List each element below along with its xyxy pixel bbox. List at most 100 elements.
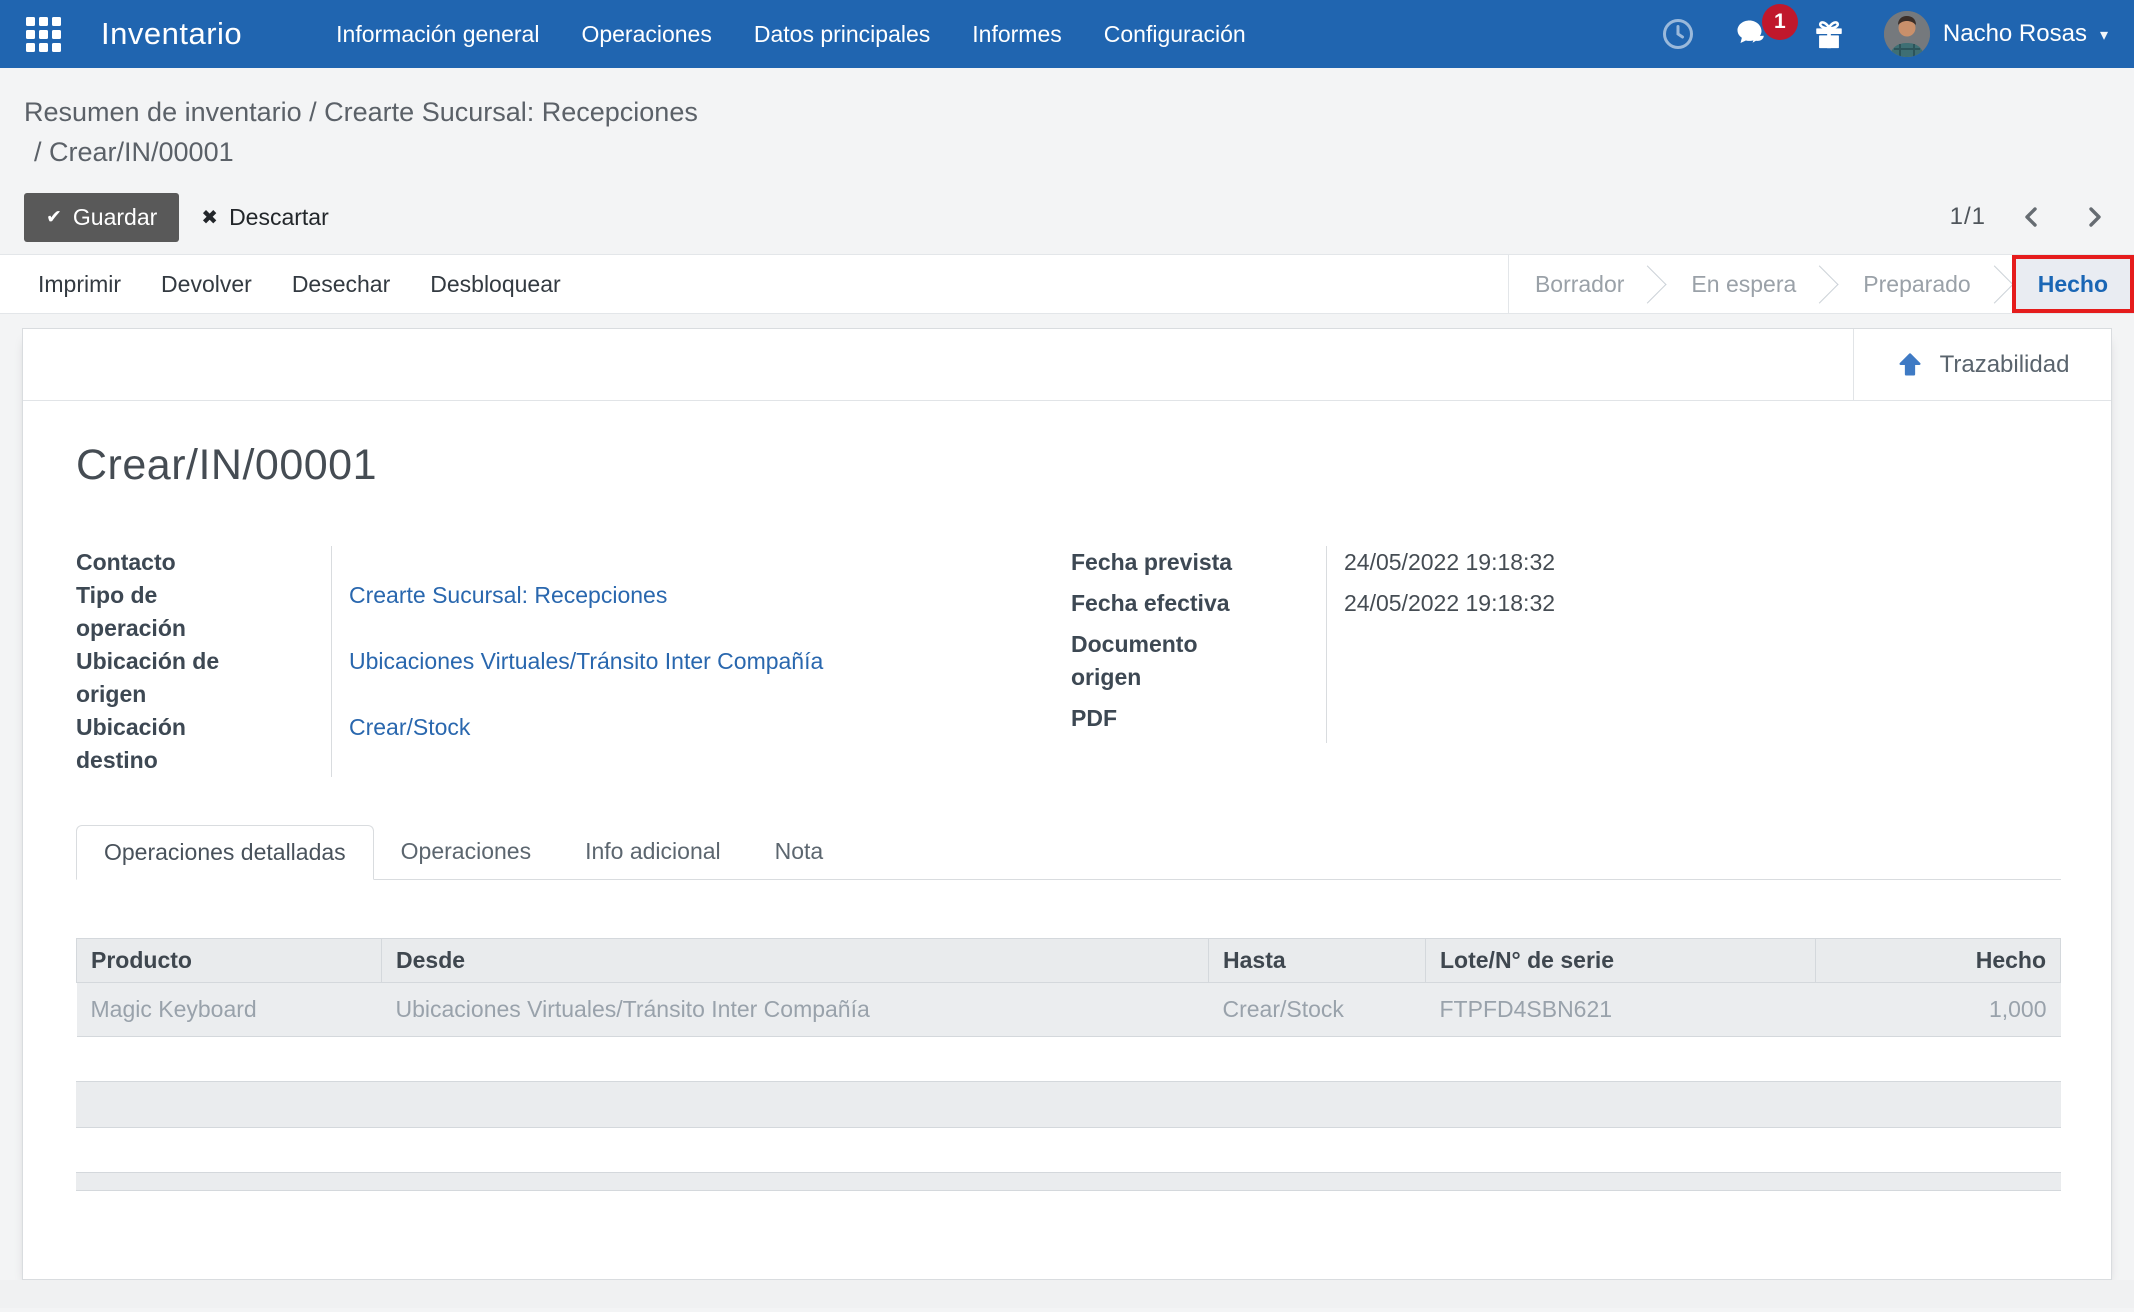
form-view: Trazabilidad Crear/IN/00001 Contacto	[0, 314, 2134, 1280]
statusbar-button[interactable]: Imprimir	[38, 271, 121, 298]
status-step-label: Borrador	[1535, 271, 1624, 298]
field-label: Tipo de operación	[76, 579, 331, 645]
save-label: Guardar	[73, 204, 157, 231]
field-label: Ubicación destino	[76, 711, 331, 777]
field-row: Ubicación destino Crear/Stock	[76, 711, 1071, 777]
user-name: Nacho Rosas	[1943, 20, 2087, 48]
check-icon: ✔	[46, 206, 62, 228]
column-header[interactable]: Desde	[382, 939, 1209, 983]
top-navbar: Inventario Información general Operacione…	[0, 0, 2134, 68]
statusbar-button[interactable]: Desechar	[292, 271, 390, 298]
pager-next-icon[interactable]	[2078, 201, 2110, 233]
status-step-label: Preparado	[1863, 271, 1970, 298]
activities-clock-icon[interactable]	[1660, 16, 1696, 52]
field-row: Ubicación de origen Ubicaciones Virtuale…	[76, 645, 1071, 711]
apps-menu-icon[interactable]	[26, 17, 61, 52]
menu-item[interactable]: Información general	[336, 21, 539, 48]
tab[interactable]: Operaciones	[374, 825, 558, 880]
menu-item[interactable]: Informes	[972, 21, 1061, 48]
arrow-up-icon	[1896, 351, 1924, 379]
cell-hecho[interactable]: 1,000	[1816, 983, 2061, 1037]
gift-icon[interactable]	[1812, 16, 1846, 52]
statusbar-button[interactable]: Devolver	[161, 271, 252, 298]
cell-lote[interactable]: FTPFD4SBN621	[1426, 983, 1816, 1037]
bottom-strip	[0, 1280, 2134, 1308]
field-label: Ubicación de origen	[76, 645, 331, 711]
column-header[interactable]: Hasta	[1209, 939, 1426, 983]
field-group-right: Fecha prevista 24/05/2022 19:18:32 Fecha…	[1071, 546, 2061, 777]
statusbar-buttons: Imprimir Devolver Desechar Desbloquear	[0, 255, 1508, 313]
statusbar-steps: Borrador En espera Preparado Hecho	[1508, 255, 2134, 313]
menu-item[interactable]: Operaciones	[581, 21, 711, 48]
empty-row-placeholder	[76, 1081, 2061, 1128]
tab[interactable]: Operaciones detalladas	[76, 825, 374, 880]
breadcrumb-line-2: / Crear/IN/00001	[24, 132, 2134, 172]
field-row: Tipo de operación Crearte Sucursal: Rece…	[76, 579, 1071, 645]
user-menu[interactable]: Nacho Rosas ▾	[1884, 11, 2108, 57]
pager: 1/1	[1950, 201, 2110, 233]
field-label: Fecha efectiva	[1071, 587, 1326, 628]
field-value[interactable]	[1326, 702, 2061, 743]
tab[interactable]: Nota	[748, 825, 851, 880]
form-sheet: Trazabilidad Crear/IN/00001 Contacto	[22, 328, 2112, 1280]
notebook-tabs: Operaciones detalladas Operaciones Info …	[76, 825, 2061, 880]
action-row: ✔ Guardar ✖ Descartar 1/1	[0, 180, 2134, 254]
sheet-body: Crear/IN/00001 Contacto Tipo de operació…	[23, 441, 2111, 1191]
column-header[interactable]: Lote/N° de serie	[1426, 939, 1816, 983]
field-value[interactable]	[331, 546, 1071, 579]
tab-label: Info adicional	[585, 838, 721, 864]
messages-icon[interactable]: 1	[1734, 16, 1774, 52]
status-step[interactable]: En espera	[1665, 255, 1822, 313]
page: Inventario Información general Operacione…	[0, 0, 2134, 1312]
traceability-button[interactable]: Trazabilidad	[1854, 329, 2111, 400]
chevron-down-icon: ▾	[2100, 25, 2108, 44]
status-step[interactable]: Preparado	[1837, 255, 1996, 313]
status-step[interactable]: Hecho	[2012, 255, 2134, 313]
pager-previous-icon[interactable]	[2016, 201, 2048, 233]
tab-label: Operaciones detalladas	[104, 839, 346, 865]
app-title[interactable]: Inventario	[101, 16, 242, 52]
field-value[interactable]: 24/05/2022 19:18:32	[1326, 587, 2061, 628]
field-value[interactable]: 24/05/2022 19:18:32	[1326, 546, 2061, 587]
record-title[interactable]: Crear/IN/00001	[76, 441, 2061, 490]
cell-desde[interactable]: Ubicaciones Virtuales/Tránsito Inter Com…	[382, 983, 1209, 1037]
close-icon: ✖	[201, 205, 218, 229]
avatar	[1884, 11, 1930, 57]
notification-badge: 1	[1762, 4, 1798, 40]
tab-label: Operaciones	[401, 838, 531, 864]
field-groups: Contacto Tipo de operación Crearte Sucur…	[76, 546, 2061, 777]
discard-button[interactable]: ✖ Descartar	[201, 204, 328, 231]
field-value[interactable]: Crear/Stock	[331, 711, 1071, 777]
field-row: Fecha prevista 24/05/2022 19:18:32	[1071, 546, 2061, 587]
breadcrumb[interactable]: Resumen de inventario / Crearte Sucursal…	[0, 68, 2134, 180]
cell-hasta[interactable]: Crear/Stock	[1209, 983, 1426, 1037]
field-value[interactable]	[1326, 628, 2061, 702]
menu-item[interactable]: Configuración	[1104, 21, 1246, 48]
pager-count: 1/1	[1950, 203, 1986, 231]
statusbar-button[interactable]: Desbloquear	[430, 271, 560, 298]
field-label: Contacto	[76, 546, 331, 579]
field-label: Fecha prevista	[1071, 546, 1326, 587]
save-button[interactable]: ✔ Guardar	[24, 193, 179, 242]
field-row: Documento origen	[1071, 628, 2061, 702]
button-box: Trazabilidad	[23, 329, 2111, 401]
main-menu: Información general Operaciones Datos prin…	[336, 21, 1246, 48]
table-row[interactable]: Magic Keyboard Ubicaciones Virtuales/Trá…	[77, 983, 2061, 1037]
field-row: PDF	[1071, 702, 2061, 743]
navbar-systray: 1	[1660, 11, 2108, 57]
table-header-row: ProductoDesdeHastaLote/N° de serieHecho	[77, 939, 2061, 983]
statusbar: Imprimir Devolver Desechar Desbloquear Borr…	[0, 254, 2134, 314]
tab[interactable]: Info adicional	[558, 825, 748, 880]
menu-item[interactable]: Datos principales	[754, 21, 930, 48]
column-header[interactable]: Hecho	[1816, 939, 2061, 983]
field-row: Contacto	[76, 546, 1071, 579]
breadcrumb-line-1[interactable]: Resumen de inventario / Crearte Sucursal…	[24, 92, 2134, 132]
cell-producto[interactable]: Magic Keyboard	[77, 983, 382, 1037]
status-step-label: Hecho	[2038, 271, 2108, 298]
column-header[interactable]: Producto	[77, 939, 382, 983]
field-label: PDF	[1071, 702, 1326, 743]
discard-label: Descartar	[229, 204, 329, 231]
field-value[interactable]: Ubicaciones Virtuales/Tránsito Inter Com…	[331, 645, 1071, 711]
field-value[interactable]: Crearte Sucursal: Recepciones	[331, 579, 1071, 645]
status-step-label: En espera	[1691, 271, 1796, 298]
